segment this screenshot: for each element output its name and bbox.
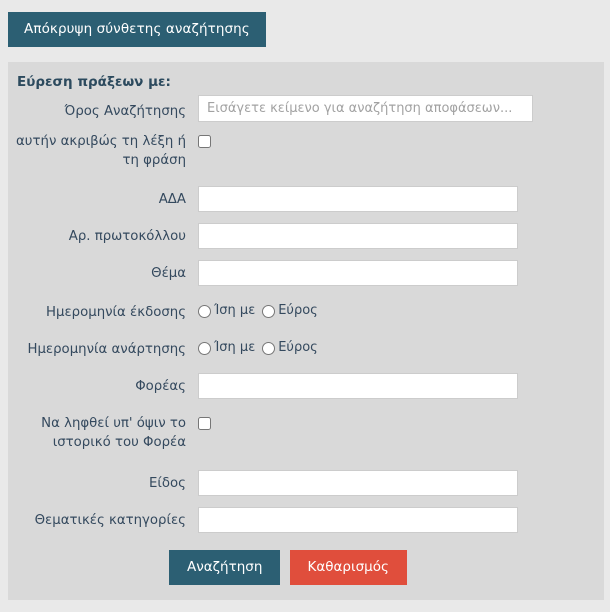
protocol-number-field-wrap [198, 223, 518, 249]
exact-phrase-checkbox-wrap [198, 134, 211, 149]
ada-field-wrap [198, 186, 518, 212]
protocol-number-input[interactable] [198, 223, 518, 249]
advanced-search-panel: Εύρεση πράξεων με: Όρος Αναζήτησης αυτήν… [8, 62, 604, 600]
thematic-categories-input[interactable] [198, 507, 518, 533]
org-history-checkbox-wrap [198, 416, 211, 431]
publish-date-option-equals[interactable]: Ίση με [198, 339, 255, 357]
org-history-checkbox[interactable] [198, 417, 211, 430]
publish-date-radio-group: Ίση με Εύρος [198, 339, 325, 357]
label-ada: ΑΔΑ [158, 192, 186, 207]
label-search-term: Όρος Αναζήτησης [64, 104, 186, 119]
form-actions: Αναζήτηση Καθαρισμός [169, 550, 412, 585]
label-protocol-number: Αρ. πρωτοκόλλου [68, 229, 186, 244]
search-term-input[interactable] [198, 95, 533, 122]
label-org-history-line2: ιστορικό του Φορέα [52, 435, 186, 450]
label-issue-date: Ημερομηνία έκδοσης [46, 305, 186, 320]
issue-date-range-radio[interactable] [262, 304, 276, 318]
label-thematic-categories: Θεματικές κατηγορίες [34, 513, 186, 528]
panel-title: Εύρεση πράξεων με: [17, 74, 171, 90]
search-button[interactable]: Αναζήτηση [169, 550, 281, 585]
label-type: Είδος [149, 476, 186, 491]
toggle-advanced-search-button[interactable]: Απόκρυψη σύνθετης αναζήτησης [8, 12, 266, 47]
publish-date-range-radio[interactable] [262, 341, 276, 355]
thematic-categories-field-wrap [198, 507, 518, 533]
ada-input[interactable] [198, 186, 518, 212]
label-subject: Θέμα [151, 266, 186, 281]
advanced-search-page: Απόκρυψη σύνθετης αναζήτησης Εύρεση πράξ… [0, 0, 610, 612]
label-exact-phrase-line2: τη φράση [122, 153, 187, 168]
issue-date-option-range[interactable]: Εύρος [262, 302, 318, 320]
subject-field-wrap [198, 260, 518, 286]
organization-input[interactable] [198, 373, 518, 399]
issue-date-equals-label: Ίση με [214, 303, 256, 318]
label-publish-date: Ημερομηνία ανάρτησης [27, 342, 186, 357]
label-org-history-line1: Να ληφθεί υπ' όψιν το [41, 416, 186, 431]
issue-date-radio-group: Ίση με Εύρος [198, 302, 325, 320]
clear-button[interactable]: Καθαρισμός [289, 550, 407, 585]
search-term-field-wrap [198, 95, 533, 122]
publish-date-equals-label: Ίση με [214, 340, 256, 355]
issue-date-equals-radio[interactable] [198, 304, 211, 318]
organization-field-wrap [198, 373, 518, 399]
publish-date-option-range[interactable]: Εύρος [262, 339, 318, 357]
issue-date-range-label: Εύρος [278, 303, 318, 318]
exact-phrase-checkbox[interactable] [198, 135, 211, 148]
subject-input[interactable] [198, 260, 518, 286]
label-exact-phrase-line1: αυτήν ακριβώς τη λέξη ή [16, 134, 186, 149]
publish-date-equals-radio[interactable] [198, 341, 211, 355]
issue-date-option-equals[interactable]: Ίση με [198, 302, 255, 320]
toggle-advanced-search-container: Απόκρυψη σύνθετης αναζήτησης [8, 12, 266, 47]
publish-date-range-label: Εύρος [278, 340, 318, 355]
label-organization: Φορέας [135, 379, 186, 394]
type-field-wrap [198, 470, 518, 496]
type-input[interactable] [198, 470, 518, 496]
